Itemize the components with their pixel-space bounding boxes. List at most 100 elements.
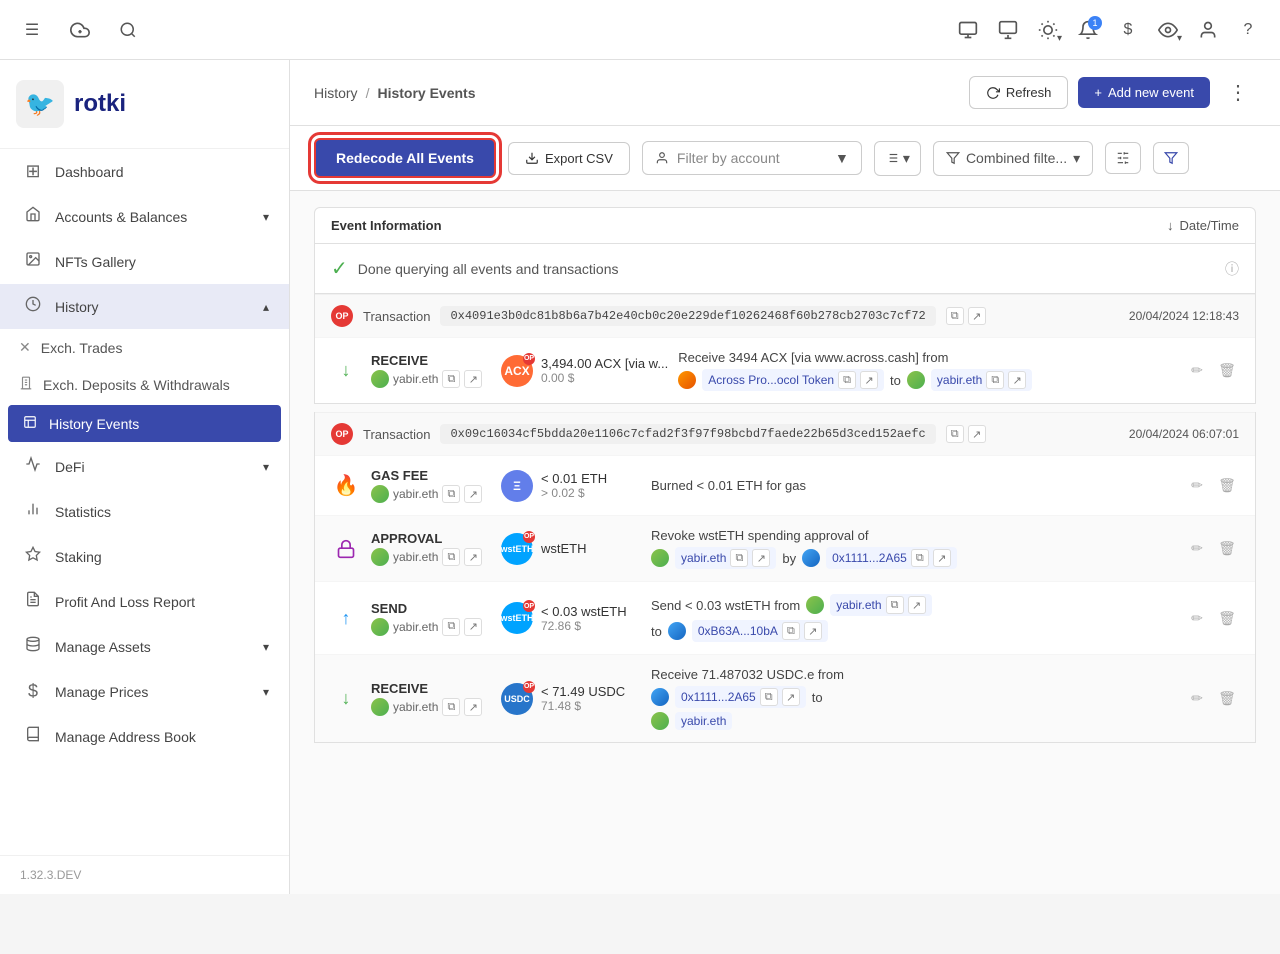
open-approval-by[interactable]: ↗ bbox=[933, 549, 951, 567]
notification-icon[interactable]: 1 bbox=[1072, 14, 1104, 46]
column-filter-button[interactable] bbox=[1105, 142, 1141, 174]
copy-acct-usdc[interactable]: ⧉ bbox=[442, 698, 460, 716]
copy-acct-send[interactable]: ⧉ bbox=[442, 618, 460, 636]
filter-account-dropdown[interactable]: Filter by account ▼ bbox=[642, 141, 862, 175]
copy-approval-by[interactable]: ⧉ bbox=[911, 549, 929, 567]
transaction-group-1: OP Transaction 0x4091e3b0dc81b8b6a7b42e4… bbox=[314, 294, 1256, 404]
add-event-button[interactable]: + Add new event bbox=[1078, 77, 1210, 108]
open-acct-gas[interactable]: ↗ bbox=[464, 485, 482, 503]
tx-type-2: Transaction bbox=[363, 427, 430, 442]
sidebar-item-assets[interactable]: Manage Assets ▾ bbox=[0, 624, 289, 669]
copy-hash-2[interactable]: ⧉ bbox=[946, 425, 964, 443]
open-approval-from[interactable]: ↗ bbox=[752, 549, 770, 567]
copy-acct-1[interactable]: ⧉ bbox=[442, 370, 460, 388]
active-filter-button[interactable] bbox=[1153, 142, 1189, 174]
sidebar-item-accounts[interactable]: Accounts & Balances ▾ bbox=[0, 194, 289, 239]
sidebar-sub-exch-deposits[interactable]: Exch. Deposits & Withdrawals bbox=[0, 366, 289, 403]
sidebar-item-history[interactable]: History ▴ bbox=[0, 284, 289, 329]
search-icon[interactable] bbox=[112, 14, 144, 46]
edit-event-1[interactable]: ✏ bbox=[1185, 359, 1209, 383]
open-hash-1[interactable]: ↗ bbox=[968, 307, 986, 325]
wsteth-send-amount: < 0.03 wstETH bbox=[541, 604, 627, 619]
sidebar-item-pnl[interactable]: Profit And Loss Report bbox=[0, 579, 289, 624]
event-label-approval: APPROVAL bbox=[371, 531, 491, 546]
sidebar-label-dashboard: Dashboard bbox=[55, 164, 124, 180]
delete-event-1[interactable]: 🗑 bbox=[1215, 359, 1239, 383]
copy-hash-1[interactable]: ⧉ bbox=[946, 307, 964, 325]
eye-icon[interactable]: ▾ bbox=[1152, 14, 1184, 46]
sidebar-item-nfts[interactable]: NFTs Gallery bbox=[0, 239, 289, 284]
open-acct-1[interactable]: ↗ bbox=[464, 370, 482, 388]
event-label-gas: GAS FEE bbox=[371, 468, 491, 483]
sidebar-sub-label-exch-trades: Exch. Trades bbox=[41, 340, 123, 356]
copy-to[interactable]: ⧉ bbox=[986, 371, 1004, 389]
account-name-usdc: yabir.eth bbox=[393, 700, 438, 714]
display-icon[interactable] bbox=[992, 14, 1024, 46]
account-icon[interactable] bbox=[1192, 14, 1224, 46]
open-hash-2[interactable]: ↗ bbox=[968, 425, 986, 443]
theme-icon[interactable]: ▾ bbox=[1032, 14, 1064, 46]
breadcrumb-parent[interactable]: History bbox=[314, 85, 358, 101]
sidebar-item-defi[interactable]: DeFi ▾ bbox=[0, 444, 289, 489]
open-send-to[interactable]: ↗ bbox=[804, 622, 822, 640]
delete-event-approval[interactable]: 🗑 bbox=[1215, 537, 1239, 561]
dashboard-icon: ⊞ bbox=[23, 161, 43, 182]
open-usdc-from[interactable]: ↗ bbox=[782, 688, 800, 706]
edit-event-gas[interactable]: ✏ bbox=[1185, 474, 1209, 498]
copy-acct-gas[interactable]: ⧉ bbox=[442, 485, 460, 503]
transaction-group-2: OP Transaction 0x09c16034cf5bdda20e1106c… bbox=[314, 412, 1256, 743]
to-address: yabir.eth ⧉ ↗ bbox=[931, 369, 1032, 391]
open-send-from[interactable]: ↗ bbox=[908, 596, 926, 614]
sidebar-item-prices[interactable]: $ Manage Prices ▾ bbox=[0, 669, 289, 714]
currency-icon[interactable]: $ bbox=[1112, 14, 1144, 46]
event-row-receive-acx: ↓ RECEIVE yabir.eth ⧉ ↗ ACX OP bbox=[315, 337, 1255, 403]
more-options-button[interactable]: ⋮ bbox=[1220, 76, 1256, 109]
eth-usd: > 0.02 $ bbox=[541, 486, 607, 500]
copy-send-to[interactable]: ⧉ bbox=[782, 622, 800, 640]
copy-approval-from[interactable]: ⧉ bbox=[730, 549, 748, 567]
exch-deposits-icon bbox=[19, 376, 33, 393]
usdc-arrow: ↓ bbox=[331, 684, 361, 714]
redecode-button[interactable]: Redecode All Events bbox=[314, 138, 496, 178]
edit-event-send[interactable]: ✏ bbox=[1185, 606, 1209, 630]
help-icon[interactable]: ? bbox=[1232, 14, 1264, 46]
delete-event-send[interactable]: 🗑 bbox=[1215, 606, 1239, 630]
sidebar-sub-exch-trades[interactable]: ✕ Exch. Trades bbox=[0, 329, 289, 366]
edit-event-approval[interactable]: ✏ bbox=[1185, 537, 1209, 561]
open-acct-send[interactable]: ↗ bbox=[464, 618, 482, 636]
receive-arrow: ↓ bbox=[331, 356, 361, 386]
sidebar-item-address-book[interactable]: Manage Address Book bbox=[0, 714, 289, 759]
exch-trades-icon: ✕ bbox=[19, 339, 31, 356]
usdc-from-addr: 0x1111...2A65 ⧉ ↗ bbox=[675, 686, 806, 708]
open-acct-approval[interactable]: ↗ bbox=[464, 548, 482, 566]
copy-acct-approval[interactable]: ⧉ bbox=[442, 548, 460, 566]
op-badge-1: OP bbox=[331, 305, 353, 327]
delete-event-gas[interactable]: 🗑 bbox=[1215, 474, 1239, 498]
send-from-addr: yabir.eth ⧉ ↗ bbox=[830, 594, 931, 616]
sidebar-label-nfts: NFTs Gallery bbox=[55, 254, 136, 270]
delete-event-usdc[interactable]: 🗑 bbox=[1215, 687, 1239, 711]
combined-filter-dropdown[interactable]: Combined filte... ▾ bbox=[933, 141, 1093, 176]
sidebar-sub-history-events[interactable]: History Events bbox=[8, 405, 281, 442]
event-type-approval: APPROVAL yabir.eth ⧉ ↗ bbox=[371, 531, 491, 566]
filter-sort-button[interactable]: ▾ bbox=[874, 141, 921, 176]
cloud-icon[interactable] bbox=[64, 14, 96, 46]
account-avatar-1 bbox=[371, 370, 389, 388]
copy-send-from[interactable]: ⧉ bbox=[886, 596, 904, 614]
open-acct-usdc[interactable]: ↗ bbox=[464, 698, 482, 716]
copy-usdc-from[interactable]: ⧉ bbox=[760, 688, 778, 706]
sidebar-item-staking[interactable]: Staking bbox=[0, 534, 289, 579]
status-info-icon[interactable]: ⓘ bbox=[1225, 259, 1239, 279]
edit-event-usdc[interactable]: ✏ bbox=[1185, 687, 1209, 711]
account-avatar-gas bbox=[371, 485, 389, 503]
pnl-icon bbox=[23, 591, 43, 612]
copy-from[interactable]: ⧉ bbox=[838, 371, 856, 389]
menu-icon[interactable]: ☰ bbox=[16, 14, 48, 46]
open-to[interactable]: ↗ bbox=[1008, 371, 1026, 389]
export-csv-button[interactable]: Export CSV bbox=[508, 142, 630, 175]
sidebar-item-statistics[interactable]: Statistics bbox=[0, 489, 289, 534]
sidebar-item-dashboard[interactable]: ⊞ Dashboard bbox=[0, 149, 289, 194]
code-icon[interactable] bbox=[952, 14, 984, 46]
open-from[interactable]: ↗ bbox=[860, 371, 878, 389]
refresh-button[interactable]: Refresh bbox=[969, 76, 1069, 109]
